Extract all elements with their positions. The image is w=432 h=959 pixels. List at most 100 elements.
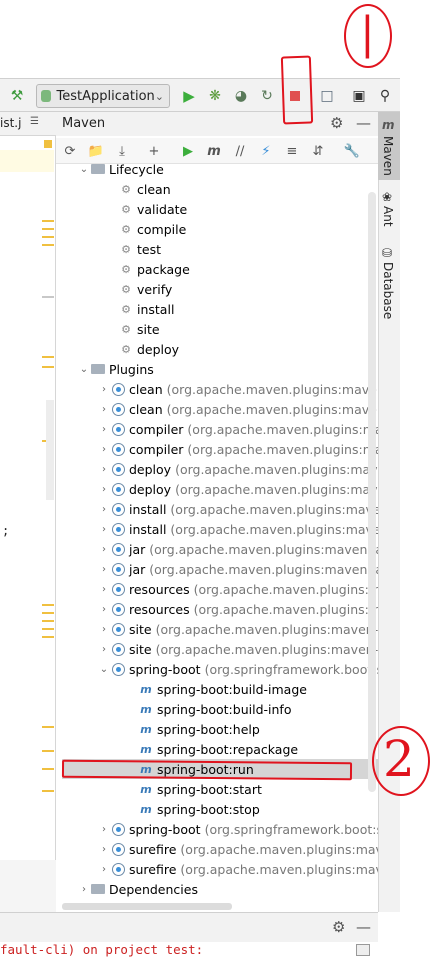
goal-item[interactable]: m spring-boot:start: [138, 779, 262, 799]
goal-item[interactable]: m spring-boot:build-info: [138, 699, 291, 719]
dependencies-icon: [90, 882, 106, 896]
collapsed-arrow-icon[interactable]: ›: [98, 624, 110, 635]
plugin-node[interactable]: › resources (org.apache.maven.plugins:mav: [98, 599, 378, 619]
skip-tests-icon[interactable]: ⚡: [256, 142, 276, 160]
run-icon[interactable]: ▶: [178, 85, 200, 107]
plugin-node[interactable]: › compiler (org.apache.maven.plugins:mave: [98, 439, 378, 459]
collapsed-arrow-icon[interactable]: ›: [78, 884, 90, 895]
execute-goal-icon[interactable]: m: [204, 142, 224, 160]
plugin-node[interactable]: › surefire (org.apache.maven.plugins:maver: [98, 839, 378, 859]
lifecycle-item-label: install: [137, 301, 175, 317]
reload-icon[interactable]: ⟳: [60, 142, 80, 160]
collapsed-arrow-icon[interactable]: ›: [98, 464, 110, 475]
plugin-node[interactable]: ⌄ spring-boot (org.springframework.boot:s: [98, 659, 378, 679]
warning-marker[interactable]: [44, 140, 52, 148]
collapsed-arrow-icon[interactable]: ›: [98, 404, 110, 415]
collapsed-arrow-icon[interactable]: ›: [98, 424, 110, 435]
side-tab-database[interactable]: ⛁ Database: [378, 244, 400, 319]
plugin-node[interactable]: › spring-boot (org.springframework.boot:s: [98, 819, 378, 839]
collapsed-arrow-icon[interactable]: ›: [98, 524, 110, 535]
settings-gear-icon[interactable]: ⚙: [330, 114, 343, 132]
side-tab-ant[interactable]: ❀ Ant: [378, 188, 400, 232]
goal-item[interactable]: m spring-boot:build-image: [138, 679, 307, 699]
minimize-icon[interactable]: —: [356, 918, 371, 936]
minimize-icon[interactable]: —: [356, 114, 371, 132]
editor-scrollbar[interactable]: [46, 400, 54, 500]
collapsed-arrow-icon[interactable]: ›: [98, 844, 110, 855]
toggle-offline-icon[interactable]: ∕∕: [230, 142, 250, 160]
collapsed-arrow-icon[interactable]: ›: [98, 584, 110, 595]
plugin-node[interactable]: › jar (org.apache.maven.plugins:maven-jar-: [98, 559, 378, 579]
collapsed-arrow-icon[interactable]: ›: [98, 504, 110, 515]
expand-arrow-icon[interactable]: ⌄: [78, 164, 90, 175]
lifecycle-item[interactable]: ⚙ clean: [118, 179, 171, 199]
plugin-node[interactable]: › deploy (org.apache.maven.plugins:maven: [98, 459, 378, 479]
lifecycle-item[interactable]: ⚙ compile: [118, 219, 186, 239]
profile-icon[interactable]: ↻: [256, 85, 278, 107]
coverage-icon[interactable]: ◕: [230, 85, 252, 107]
collapse-all-icon[interactable]: ⇵: [308, 142, 328, 160]
plugin-node[interactable]: › install (org.apache.maven.plugins:maven-…: [98, 499, 378, 519]
collapsed-arrow-icon[interactable]: ›: [98, 604, 110, 615]
maven-panel-title: Maven: [62, 116, 106, 131]
plugin-node[interactable]: › surefire (org.apache.maven.plugins:maver: [98, 859, 378, 879]
collapsed-arrow-icon[interactable]: ›: [98, 484, 110, 495]
editor-tab[interactable]: ist.j ☰: [0, 112, 56, 136]
expand-arrow-icon[interactable]: ⌄: [98, 664, 110, 675]
annotation-number-2: 2: [383, 730, 415, 788]
plugin-node[interactable]: › clean (org.apache.maven.plugins:maven-c: [98, 399, 378, 419]
tree-scrollbar[interactable]: [368, 192, 376, 792]
editor-area[interactable]: [0, 112, 56, 912]
plugin-node[interactable]: › compiler (org.apache.maven.plugins:mave: [98, 419, 378, 439]
dependencies-node[interactable]: › Dependencies: [78, 879, 198, 899]
collapsed-arrow-icon[interactable]: ›: [98, 864, 110, 875]
scroll-marker: [42, 620, 54, 622]
plugin-node[interactable]: › deploy (org.apache.maven.plugins:maven: [98, 479, 378, 499]
generate-sources-icon[interactable]: 📁: [86, 142, 106, 160]
add-icon[interactable]: +: [144, 142, 164, 160]
show-dependencies-icon[interactable]: ≡: [282, 142, 302, 160]
collapsed-arrow-icon[interactable]: ›: [98, 444, 110, 455]
plugin-node[interactable]: › clean (org.apache.maven.plugins:maven-c: [98, 379, 378, 399]
settings-gear-icon[interactable]: ⚙: [332, 918, 345, 936]
plugin-node[interactable]: › site (org.apache.maven.plugins:maven-sit…: [98, 619, 378, 639]
terminal-icon[interactable]: ▣: [348, 85, 370, 107]
collapsed-arrow-icon[interactable]: ›: [98, 824, 110, 835]
wrench-icon[interactable]: 🔧: [342, 142, 362, 160]
collapsed-arrow-icon[interactable]: ›: [98, 564, 110, 575]
editor-bottom-area: [0, 860, 56, 912]
search-icon[interactable]: ⚲: [374, 85, 396, 107]
debug-icon[interactable]: ❋: [204, 85, 226, 107]
plugin-node[interactable]: › site (org.apache.maven.plugins:maven-sit…: [98, 639, 378, 659]
download-icon[interactable]: ⤓: [112, 142, 132, 160]
tab-menu-icon[interactable]: ☰: [30, 116, 39, 127]
lifecycle-item[interactable]: ⚙ package: [118, 259, 190, 279]
expand-arrow-icon[interactable]: ⌄: [78, 364, 90, 375]
plugin-node[interactable]: › jar (org.apache.maven.plugins:maven-jar-: [98, 539, 378, 559]
collapsed-arrow-icon[interactable]: ›: [98, 644, 110, 655]
goal-item[interactable]: m spring-boot:help: [138, 719, 260, 739]
collapsed-arrow-icon[interactable]: ›: [98, 384, 110, 395]
run-config-selector[interactable]: TestApplication ⌄: [36, 84, 170, 108]
goal-item[interactable]: m spring-boot:stop: [138, 799, 260, 819]
lifecycle-item[interactable]: ⚙ validate: [118, 199, 187, 219]
plugin-node[interactable]: › install (org.apache.maven.plugins:maven-…: [98, 519, 378, 539]
plugin-node[interactable]: › resources (org.apache.maven.plugins:mav: [98, 579, 378, 599]
collapsed-arrow-icon[interactable]: ›: [98, 544, 110, 555]
lifecycle-item[interactable]: ⚙ deploy: [118, 339, 179, 359]
plugins-node[interactable]: ⌄ Plugins: [78, 359, 154, 379]
run-maven-icon[interactable]: ▶: [178, 142, 198, 160]
project-structure-icon[interactable]: □: [316, 85, 338, 107]
goal-item[interactable]: m spring-boot:repackage: [138, 739, 298, 759]
hammer-icon[interactable]: ⚒: [6, 85, 28, 107]
lifecycle-node[interactable]: ⌄ Lifecycle: [78, 164, 164, 179]
lifecycle-item[interactable]: ⚙ install: [118, 299, 174, 319]
console-menu-icon[interactable]: [356, 944, 370, 956]
lifecycle-item[interactable]: ⚙ test: [118, 239, 161, 259]
database-icon: ⛁: [382, 246, 393, 260]
scroll-marker: [42, 612, 54, 614]
lifecycle-item[interactable]: ⚙ site: [118, 319, 160, 339]
lifecycle-item[interactable]: ⚙ verify: [118, 279, 172, 299]
tree-horizontal-scrollbar[interactable]: [62, 903, 232, 910]
side-tab-maven[interactable]: m Maven: [378, 112, 400, 180]
